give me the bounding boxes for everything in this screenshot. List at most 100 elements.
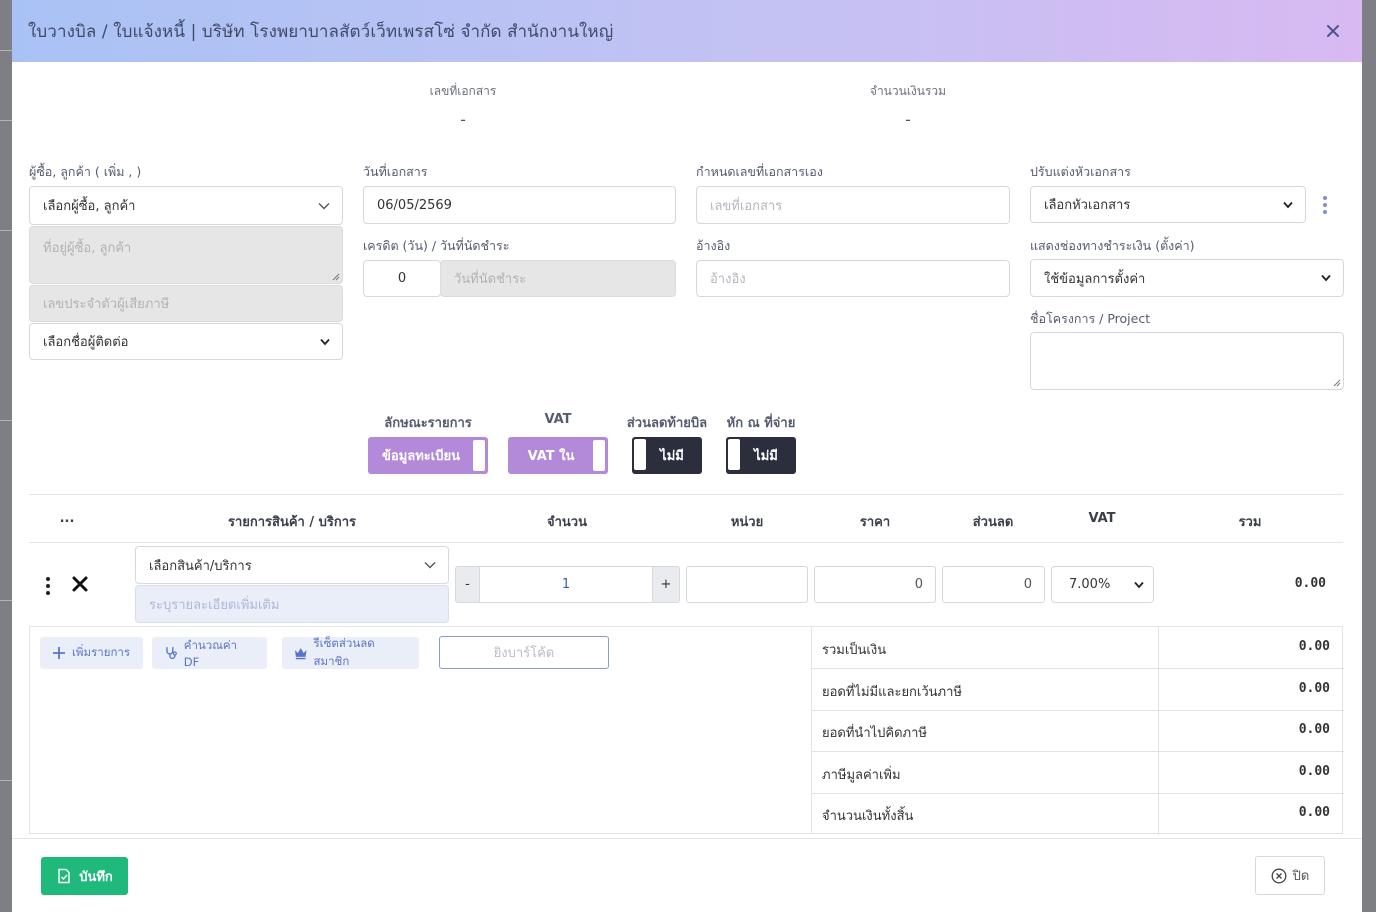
tax-exempt-label: ยอดที่ไม่มีและยกเว้นภาษี [822,685,962,700]
vat-toggle[interactable]: VAT ใน [508,437,608,474]
reference-input[interactable]: อ้างอิง [696,260,1010,297]
add-item-button[interactable]: เพิ่มรายการ [40,637,143,669]
toggle-knob [634,439,646,470]
divider [29,542,1343,543]
credit-label: เครดิต (วัน) / วันที่นัดชำระ [363,238,510,253]
customer-select[interactable]: เลือกผู้ซื้อ, ลูกค้า [29,186,343,225]
save-label: บันทึก [79,869,113,885]
customer-address-field: ที่อยู่ผู้ซื้อ, ลูกค้า [29,226,343,284]
withholding-toggle-label: ไม่มี [754,449,778,464]
product-detail-input[interactable]: ระบุรายละเอียดเพิ่มเติม [135,585,449,623]
modal-header: ใบวางบิล / ใบแจ้งหนี้ | บริษัท โรงพยาบาล… [12,0,1362,62]
contact-select-value: เลือกชื่อผู้ติดต่อ [43,335,129,350]
background-divider [0,600,12,601]
background-divider [0,120,12,121]
column-header-total: รวม [1238,515,1262,530]
chevron-down-icon [320,338,330,345]
close-icon[interactable] [1320,18,1346,44]
resize-grip-icon [332,273,340,281]
grand-total-value: 0.00 [1298,805,1330,820]
column-header-unit: หน่วย [730,515,764,530]
customer-address-placeholder: ที่อยู่ผู้ซื้อ, ลูกค้า [43,241,132,256]
price-input[interactable]: 0 [814,566,936,603]
due-date-input: วันที่นัดชำระ [440,260,676,297]
reference-placeholder: อ้างอิง [710,272,746,287]
credit-days-input[interactable]: 0 [363,260,441,297]
custom-docno-label: กำหนดเลขที่เอกสารเอง [696,164,823,179]
divider [29,494,1343,495]
doc-number-value: - [460,110,466,129]
remove-row-icon[interactable] [71,575,89,593]
doc-date-input[interactable]: 06/05/2569 [363,186,676,224]
toggle-knob [593,440,605,471]
vat-title: VAT [544,412,572,427]
tax-exempt-value: 0.00 [1298,681,1330,696]
member-discount-button[interactable]: รีเซ็ตส่วนลดสมาชิก [282,636,419,669]
vat-toggle-label: VAT ใน [527,449,575,464]
totals-table: รวมเป็นเงิน 0.00 ยอดที่ไม่มีและยกเว้นภาษ… [811,627,1344,835]
member-discount-label: รีเซ็ตส่วนลดสมาชิก [313,636,375,668]
row-menu-icon[interactable] [45,577,51,595]
item-type-toggle[interactable]: ข้อมูลทะเบียน [368,437,488,474]
custom-docno-placeholder: เลขที่เอกสาร [710,198,783,214]
withholding-toggle[interactable]: ไม่มี [726,437,796,474]
doc-date-label: วันที่เอกสาร [363,164,428,179]
close-button[interactable]: ปิด [1255,856,1325,895]
taxid-field: เลขประจำตัวผู้เสียภาษี [29,285,343,322]
chevron-down-icon [1321,274,1331,282]
payment-channel-value: ใช้ข้อมูลการตั้งค่า [1044,271,1146,287]
subtotal-label: รวมเป็นเงิน [822,643,887,658]
unit-input[interactable] [686,566,808,603]
project-textarea[interactable] [1030,332,1344,390]
product-select[interactable]: เลือกสินค้า/บริการ [135,546,449,584]
divider [1158,710,1159,752]
item-type-title: ลักษณะรายการ [384,416,472,431]
barcode-placeholder: ยิงบาร์โค้ด [493,646,555,661]
payment-channel-label: แสดงช่องทางชำระเงิน (ตั้งค่า) [1030,238,1195,253]
payment-channel-select[interactable]: ใช้ข้อมูลการตั้งค่า [1030,259,1344,297]
header-custom-select[interactable]: เลือกหัวเอกสาร [1030,186,1306,223]
divider [1158,669,1159,711]
totals-row: ภาษีมูลค่าเพิ่ม 0.00 [812,752,1344,794]
subtotal-value: 0.00 [1298,639,1330,654]
stethoscope-icon [166,647,177,660]
product-detail-placeholder: ระบุรายละเอียดเพิ่มเติม [149,597,280,613]
barcode-input[interactable]: ยิงบาร์โค้ด [439,636,609,669]
taxid-placeholder: เลขประจำตัวผู้เสียภาษี [43,297,170,312]
totals-row: รวมเป็นเงิน 0.00 [812,627,1344,669]
doc-date-value: 06/05/2569 [377,197,452,213]
calc-df-label: คำนวณค่า DF [183,638,238,669]
customer-label: ผู้ซื้อ, ลูกค้า ( เพิ่ม , ) [29,164,142,179]
custom-docno-input[interactable]: เลขที่เอกสาร [696,186,1010,224]
toggle-knob [473,440,485,471]
chevron-down-icon [1134,581,1144,588]
header-custom-value: เลือกหัวเอกสาร [1044,198,1131,213]
qty-input[interactable]: 1 [479,566,653,603]
more-options-icon[interactable] [1322,196,1328,214]
reference-label: อ้างอิง [696,238,731,253]
divider [1158,752,1159,794]
product-select-value: เลือกสินค้า/บริการ [149,558,252,574]
toggle-knob [728,439,740,470]
total-amount-label: จำนวนเงินรวม [869,84,947,98]
calc-df-button[interactable]: คำนวณค่า DF [152,637,267,669]
vat-amount-label: ภาษีมูลค่าเพิ่ม [822,768,901,783]
column-header-product: รายการสินค้า / บริการ [227,515,357,530]
save-button[interactable]: บันทึก [41,857,128,895]
save-doc-icon [58,868,70,884]
invoice-modal: ใบวางบิล / ใบแจ้งหนี้ | บริษัท โรงพยาบาล… [12,0,1362,912]
modal-title: ใบวางบิล / ใบแจ้งหนี้ | บริษัท โรงพยาบาล… [28,21,614,42]
chevron-down-icon [1283,201,1293,208]
contact-select[interactable]: เลือกชื่อผู้ติดต่อ [29,323,343,360]
totals-row: ยอดที่ไม่มีและยกเว้นภาษี 0.00 [812,669,1344,711]
customer-select-value: เลือกผู้ซื้อ, ลูกค้า [43,199,136,214]
qty-plus-button[interactable]: + [652,566,680,603]
bill-discount-toggle[interactable]: ไม่มี [632,437,702,474]
modal-footer: บันทึก ปิด [12,838,1362,912]
background-divider [0,420,12,421]
row-total-value: 0.00 [1294,576,1326,591]
background-divider [0,230,12,231]
qty-minus-button[interactable]: - [455,566,480,603]
discount-input[interactable]: 0 [942,566,1045,603]
vat-select[interactable]: 7.00% [1051,566,1154,603]
